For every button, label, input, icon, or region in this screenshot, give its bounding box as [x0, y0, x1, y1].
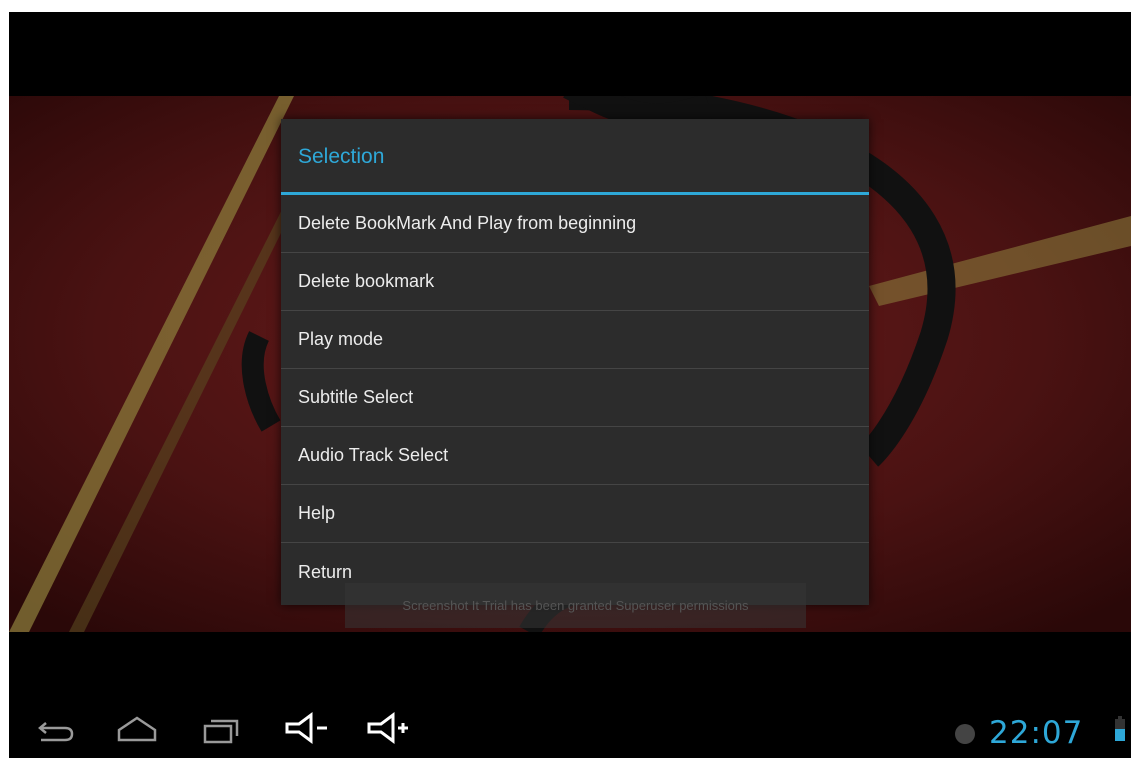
status-area[interactable]: 22:07: [931, 688, 1131, 758]
back-icon: [38, 722, 74, 742]
navigation-bar: 22:07: [9, 688, 1131, 758]
home-icon: [117, 716, 157, 742]
recent-apps-icon: [203, 719, 239, 744]
menu-item-delete-bookmark-and-play[interactable]: Delete BookMark And Play from beginning: [281, 195, 869, 253]
dialog-title: Selection: [281, 119, 869, 195]
menu-item-audio-track-select[interactable]: Audio Track Select: [281, 427, 869, 485]
tablet-screen: Selection Delete BookMark And Play from …: [9, 12, 1131, 758]
menu-item-subtitle-select[interactable]: Subtitle Select: [281, 369, 869, 427]
menu-list: Delete BookMark And Play from beginning …: [281, 195, 869, 601]
menu-item-play-mode[interactable]: Play mode: [281, 311, 869, 369]
menu-item-help[interactable]: Help: [281, 485, 869, 543]
clock: 22:07: [989, 715, 1084, 751]
notification-icon: [955, 724, 975, 744]
toast-notification: Screenshot It Trial has been granted Sup…: [345, 583, 806, 628]
menu-item-delete-bookmark[interactable]: Delete bookmark: [281, 253, 869, 311]
selection-dialog: Selection Delete BookMark And Play from …: [281, 119, 869, 605]
volume-up-icon: [367, 712, 408, 744]
back-button[interactable]: [27, 688, 77, 758]
home-button[interactable]: [113, 688, 163, 758]
battery-icon: [1115, 716, 1125, 741]
recent-apps-button[interactable]: [197, 688, 247, 758]
volume-down-button[interactable]: [283, 688, 343, 758]
volume-up-button[interactable]: [365, 688, 425, 758]
volume-down-icon: [285, 712, 327, 744]
